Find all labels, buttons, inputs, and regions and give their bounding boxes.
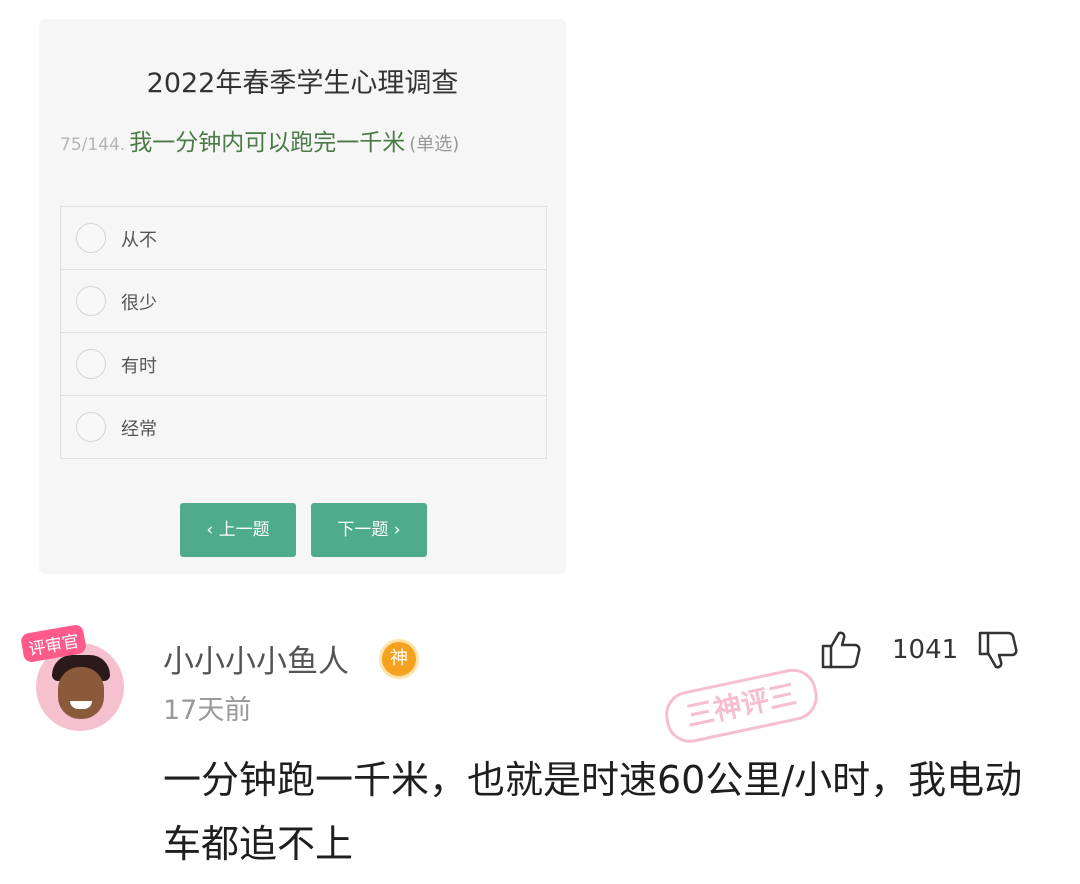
thumbs-up-icon[interactable] [820, 628, 862, 670]
option-rarely[interactable]: 很少 [61, 270, 546, 333]
like-count: 1041 [892, 635, 959, 665]
comment-body: 一分钟跑一千米，也就是时速60公里/小时，我电动车都追不上 [163, 758, 1023, 866]
option-sometimes[interactable]: 有时 [61, 333, 546, 396]
username[interactable]: 小小小小鱼人 [163, 636, 349, 681]
radio-button-icon[interactable] [76, 286, 106, 316]
avatar[interactable]: 评审官 [19, 623, 130, 737]
question-type: (单选) [409, 134, 460, 155]
option-label: 经常 [121, 419, 157, 440]
survey-title: 2022年春季学生心理调查 [146, 68, 459, 99]
radio-button-icon[interactable] [76, 349, 106, 379]
option-label: 有时 [121, 356, 157, 377]
radio-button-icon[interactable] [76, 223, 106, 253]
previous-question-button[interactable]: ‹ 上一题 [180, 503, 296, 557]
question-text: 我一分钟内可以跑完一千米 [129, 130, 406, 156]
option-often[interactable]: 经常 [61, 396, 546, 458]
next-question-button[interactable]: 下一题 › [311, 503, 427, 557]
option-label: 很少 [121, 293, 157, 314]
question-number: 75/144. [60, 135, 126, 155]
survey-question: 75/144. 我一分钟内可以跑完一千米 (单选) [60, 123, 560, 157]
option-never[interactable]: 从不 [61, 207, 546, 270]
comment-timestamp: 17天前 [163, 695, 252, 726]
radio-button-icon[interactable] [76, 412, 106, 442]
god-badge-icon: 神 [382, 642, 416, 676]
stamp-label: 三神评三 [660, 664, 823, 748]
option-label: 从不 [121, 230, 157, 251]
option-list: 从不 很少 有时 经常 [60, 206, 547, 459]
survey-screenshot: 2022年春季学生心理调查 75/144. 我一分钟内可以跑完一千米 (单选) 从不… [39, 19, 566, 574]
thumbs-down-icon[interactable] [977, 630, 1021, 672]
